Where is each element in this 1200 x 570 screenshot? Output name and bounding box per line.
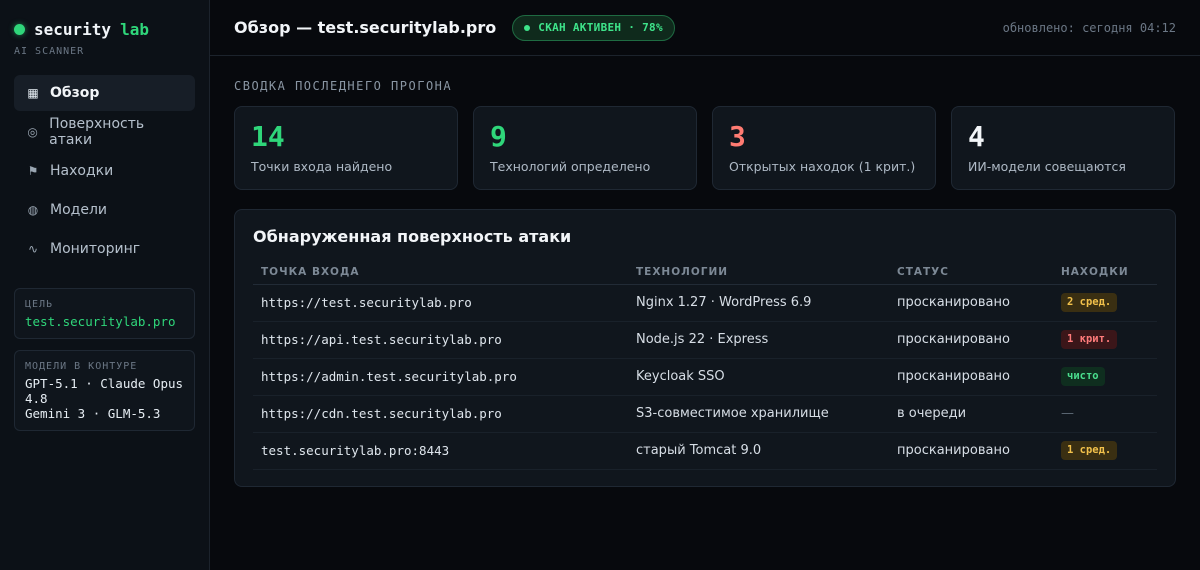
stats-row: 14 Точки входа найдено 9 Технологий опре…	[234, 106, 1176, 190]
status-cell: просканировано	[889, 321, 1053, 359]
sidebar-item-overview[interactable]: ▦ Обзор	[14, 75, 195, 111]
severity-badge[interactable]: 2 сред.	[1061, 293, 1118, 312]
stat-card-technologies[interactable]: 9 Технологий определено	[473, 106, 697, 190]
target-box: ЦЕЛЬ test.securitylab.pro	[14, 288, 195, 339]
status-cell: просканировано	[889, 284, 1053, 322]
column-header-technologies[interactable]: ТЕХНОЛОГИИ	[628, 260, 889, 285]
status-cell: в очереди	[889, 395, 1053, 433]
findings-cell: 1 сред.	[1053, 432, 1157, 470]
table-row[interactable]: test.securitylab.pro:8443 старый Tomcat …	[253, 432, 1157, 470]
findings-cell: 2 сред.	[1053, 284, 1157, 322]
stat-card-open-findings[interactable]: 3 Открытых находок (1 крит.)	[712, 106, 936, 190]
scan-status-text: СКАН АКТИВЕН · 78%	[538, 21, 663, 34]
table-row[interactable]: https://api.test.securitylab.pro Node.js…	[253, 321, 1157, 359]
sidebar-item-findings[interactable]: ⚑ Находки	[14, 153, 195, 189]
flag-icon: ⚑	[27, 164, 39, 178]
technologies-cell: старый Tomcat 9.0	[628, 432, 889, 470]
target-value: test.securitylab.pro	[25, 314, 176, 329]
stat-value: 4	[968, 120, 985, 153]
entry-point-url[interactable]: https://cdn.test.securitylab.pro	[253, 395, 628, 433]
stat-card-entry-points[interactable]: 14 Точки входа найдено	[234, 106, 458, 190]
brand-accent: lab	[120, 19, 149, 39]
severity-badge[interactable]: 1 крит.	[1061, 330, 1118, 349]
sidebar-item-models[interactable]: ◍ Модели	[14, 192, 195, 228]
scan-active-dot-icon	[524, 24, 531, 31]
sidebar-item-label: Поверхность атаки	[49, 116, 145, 148]
brand-status-dot	[14, 23, 25, 35]
models-line-2: Gemini 3 · GLM-5.3	[25, 406, 161, 421]
stat-label: ИИ-модели совещаются	[968, 159, 1126, 174]
entry-point-url[interactable]: https://test.securitylab.pro	[253, 284, 628, 322]
sidebar-item-label: Находки	[50, 163, 114, 179]
findings-cell: чисто	[1053, 358, 1157, 396]
technologies-cell: Node.js 22 · Express	[628, 321, 889, 359]
findings-cell: —	[1053, 395, 1157, 433]
top-header: Обзор — test.securitylab.pro СКАН АКТИВЕ…	[210, 0, 1200, 56]
stat-label: Технологий определено	[490, 159, 651, 174]
summary-section-label: СВОДКА ПОСЛЕДНЕГО ПРОГОНА	[234, 79, 453, 93]
brand-name: security lab	[34, 19, 149, 39]
models-line-1: GPT-5.1 · Claude Opus 4.8	[25, 376, 184, 406]
stat-label: Открытых находок (1 крит.)	[729, 159, 916, 174]
stat-value: 3	[729, 120, 746, 153]
technologies-cell: Keycloak SSO	[628, 358, 889, 396]
status-cell: просканировано	[889, 358, 1053, 396]
table-row[interactable]: https://test.securitylab.pro Nginx 1.27 …	[253, 284, 1157, 322]
pulse-icon: ∿	[27, 242, 39, 256]
table-row[interactable]: https://admin.test.securitylab.pro Keycl…	[253, 358, 1157, 396]
main-content: СВОДКА ПОСЛЕДНЕГО ПРОГОНА 14 Точки входа…	[234, 56, 1176, 487]
technologies-cell: S3-совместимое хранилище	[628, 395, 889, 433]
sidebar-item-attack-surface[interactable]: ◎ Поверхность атаки	[14, 114, 195, 150]
scan-status-badge[interactable]: СКАН АКТИВЕН · 78%	[512, 14, 675, 41]
column-header-entry-point[interactable]: ТОЧКА ВХОДА	[253, 260, 628, 285]
entry-point-url[interactable]: test.securitylab.pro:8443	[253, 432, 628, 470]
attack-surface-panel: Обнаруженная поверхность атаки ТОЧКА ВХО…	[234, 209, 1176, 487]
brand[interactable]: security lab	[14, 18, 195, 40]
stat-label: Точки входа найдено	[251, 159, 393, 174]
sidebar-nav: ▦ Обзор ◎ Поверхность атаки ⚑ Находки ◍ …	[14, 75, 195, 267]
models-label: МОДЕЛИ В КОНТУРЕ	[25, 361, 138, 372]
stat-value: 9	[490, 120, 507, 153]
stat-card-ai-models[interactable]: 4 ИИ-модели совещаются	[951, 106, 1175, 190]
page-title: Обзор — test.securitylab.pro	[234, 18, 497, 37]
brand-subtitle: AI SCANNER	[14, 46, 85, 57]
sidebar: security lab AI SCANNER ▦ Обзор ◎ Поверхн…	[0, 0, 210, 570]
column-header-status[interactable]: СТАТУС	[889, 260, 1053, 285]
stat-value: 14	[251, 120, 285, 153]
entry-point-url[interactable]: https://admin.test.securitylab.pro	[253, 358, 628, 396]
models-box: МОДЕЛИ В КОНТУРЕ GPT-5.1 · Claude Opus 4…	[14, 350, 195, 431]
no-findings-dash: —	[1061, 406, 1074, 421]
panel-title: Обнаруженная поверхность атаки	[253, 227, 572, 246]
attack-surface-table: ТОЧКА ВХОДА ТЕХНОЛОГИИ СТАТУС НАХОДКИ ht…	[253, 260, 1157, 470]
findings-cell: 1 крит.	[1053, 321, 1157, 359]
severity-badge[interactable]: 1 сред.	[1061, 441, 1118, 460]
table-header-row: ТОЧКА ВХОДА ТЕХНОЛОГИИ СТАТУС НАХОДКИ	[253, 260, 1157, 285]
grid-icon: ▦	[27, 86, 39, 100]
sidebar-item-label: Мониторинг	[50, 241, 141, 257]
status-cell: просканировано	[889, 432, 1053, 470]
technologies-cell: Nginx 1.27 · WordPress 6.9	[628, 284, 889, 322]
globe-icon: ◍	[27, 203, 39, 217]
column-header-findings[interactable]: НАХОДКИ	[1053, 260, 1157, 285]
last-updated: обновлено: сегодня 04:12	[1002, 20, 1176, 35]
sidebar-item-monitoring[interactable]: ∿ Мониторинг	[14, 231, 195, 267]
table-row[interactable]: https://cdn.test.securitylab.pro S3-совм…	[253, 395, 1157, 433]
target-label: ЦЕЛЬ	[25, 299, 54, 310]
severity-badge[interactable]: чисто	[1061, 367, 1105, 386]
sidebar-item-label: Модели	[50, 202, 107, 218]
sidebar-item-label: Обзор	[50, 85, 100, 101]
target-icon: ◎	[27, 125, 38, 139]
entry-point-url[interactable]: https://api.test.securitylab.pro	[253, 321, 628, 359]
